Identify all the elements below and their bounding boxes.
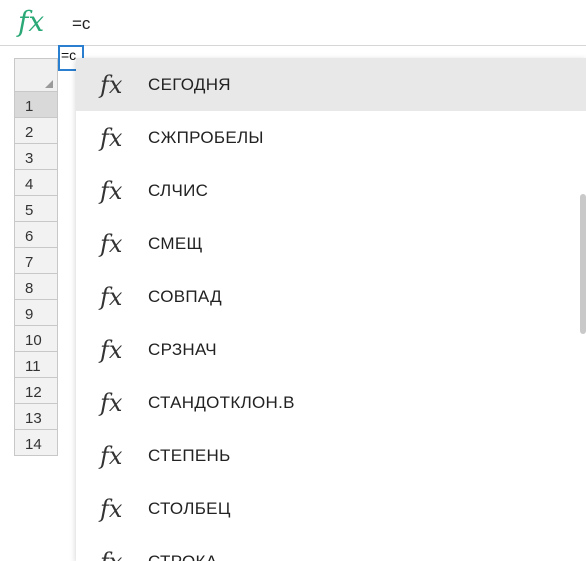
row-header[interactable]: 9 <box>14 300 58 326</box>
fx-icon[interactable]: fx <box>18 8 44 36</box>
function-suggestion[interactable]: fx СЕГОДНЯ <box>76 58 586 111</box>
function-suggestion-label: СТРОКА <box>148 551 218 561</box>
row-header[interactable]: 2 <box>14 118 58 144</box>
row-header[interactable]: 14 <box>14 430 58 456</box>
row-header[interactable]: 11 <box>14 352 58 378</box>
fx-icon: fx <box>100 123 123 152</box>
function-suggestion[interactable]: fx СРЗНАЧ <box>76 323 586 376</box>
function-suggestion[interactable]: fx СМЕЩ <box>76 217 586 270</box>
row-header[interactable]: 7 <box>14 248 58 274</box>
function-suggestion-label: СМЕЩ <box>148 233 203 253</box>
row-header[interactable]: 1 <box>14 92 58 118</box>
function-suggestion[interactable]: fxСТРОКА <box>76 535 586 561</box>
row-header[interactable]: 13 <box>14 404 58 430</box>
row-header[interactable]: 12 <box>14 378 58 404</box>
select-all-icon <box>45 80 53 88</box>
fx-icon: fx <box>100 176 123 205</box>
fx-icon: fx <box>100 494 123 523</box>
fx-icon: fx <box>100 70 123 99</box>
select-all-corner[interactable] <box>14 58 58 92</box>
row-header[interactable]: 4 <box>14 170 58 196</box>
row-header[interactable]: 6 <box>14 222 58 248</box>
function-suggestion[interactable]: fx СТОЛБЕЦ <box>76 482 586 535</box>
fx-icon: fx <box>100 441 123 470</box>
fx-icon: fx <box>100 282 123 311</box>
function-suggestion-label: СЖПРОБЕЛЫ <box>148 127 264 147</box>
function-suggestion[interactable]: fx СОВПАД <box>76 270 586 323</box>
dropdown-scrollbar[interactable] <box>580 194 586 334</box>
function-suggestion-label: СОВПАД <box>148 286 222 306</box>
function-suggestion-label: СТОЛБЕЦ <box>148 498 231 518</box>
fx-icon: fx <box>100 335 123 364</box>
function-suggestion-label: СТАНДОТКЛОН.В <box>148 392 295 412</box>
function-suggestion-label: СРЗНАЧ <box>148 339 217 359</box>
function-suggestion-label: СТЕПЕНЬ <box>148 445 231 465</box>
fx-icon: fx <box>100 229 123 258</box>
function-suggestion[interactable]: fx СТЕПЕНЬ <box>76 429 586 482</box>
function-suggestion-label: СЕГОДНЯ <box>148 74 231 94</box>
function-suggestion-label: СЛЧИС <box>148 180 209 200</box>
function-suggestion[interactable]: fx СЛЧИС <box>76 164 586 217</box>
row-header[interactable]: 8 <box>14 274 58 300</box>
fx-icon: fx <box>100 548 148 561</box>
function-suggestion[interactable]: fx СТАНДОТКЛОН.В <box>76 376 586 429</box>
function-autocomplete-dropdown: fx СЕГОДНЯ fx СЖПРОБЕЛЫ fx СЛЧИС fx СМЕЩ fx СОВПА… <box>76 58 586 561</box>
function-suggestion[interactable]: fx СЖПРОБЕЛЫ <box>76 111 586 164</box>
formula-input[interactable]: =c <box>72 14 90 34</box>
row-header[interactable]: 10 <box>14 326 58 352</box>
row-header[interactable]: 5 <box>14 196 58 222</box>
row-headers: 1 2 3 4 5 6 7 8 9 10 11 12 13 14 <box>14 92 58 456</box>
fx-icon: fx <box>100 388 123 417</box>
row-header[interactable]: 3 <box>14 144 58 170</box>
formula-bar: fx =c <box>0 0 586 46</box>
